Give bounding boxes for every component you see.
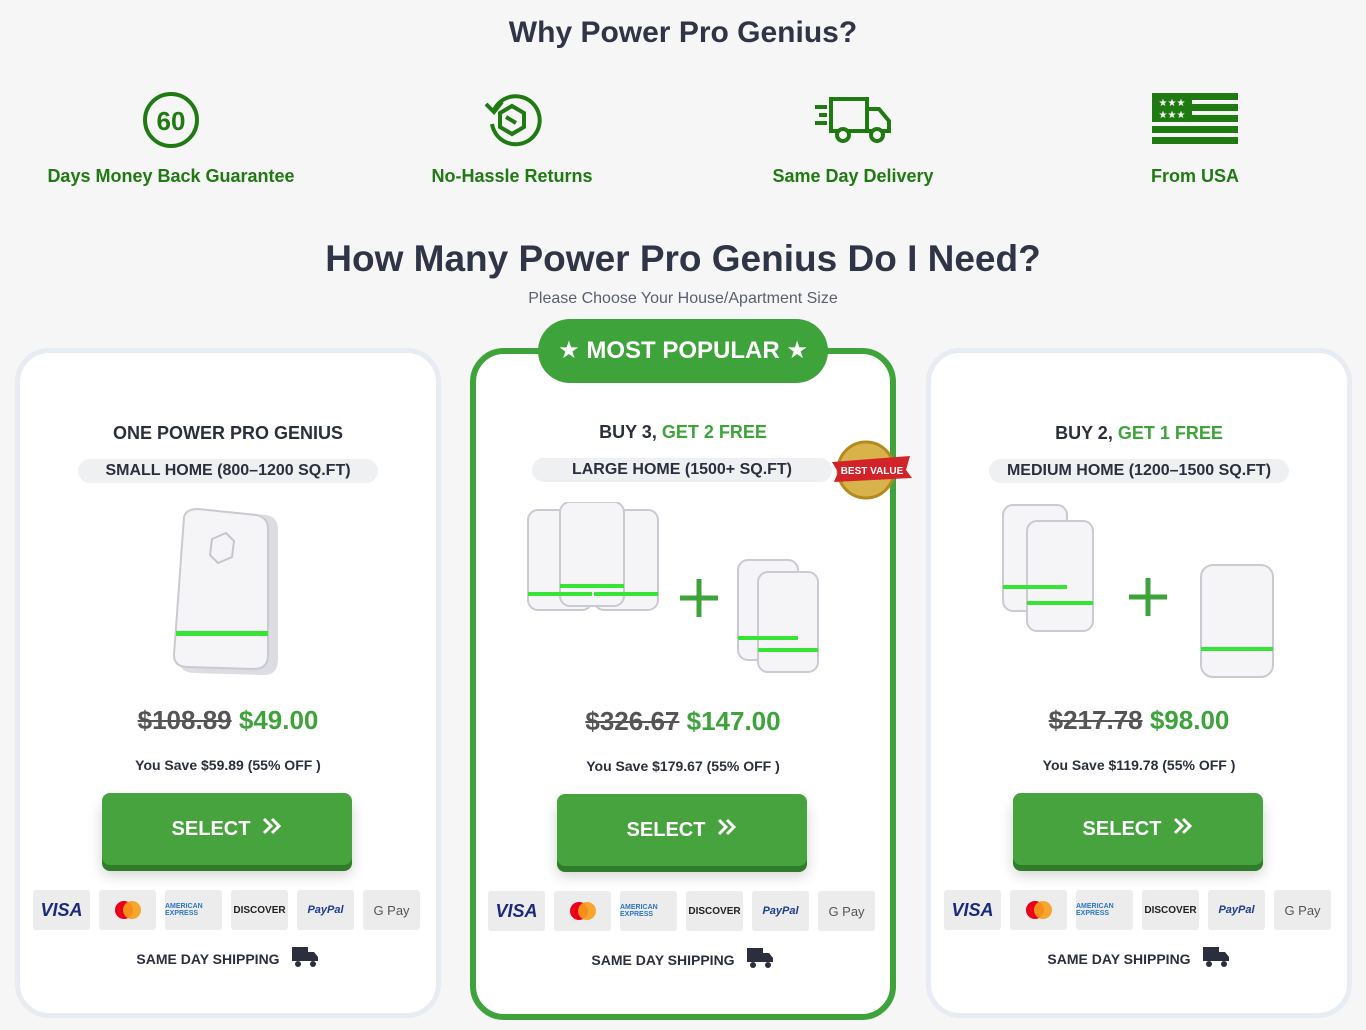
gpay-icon: G Pay — [1274, 890, 1331, 930]
home-size-pill: LARGE HOME (1500+ SQ.FT) — [532, 458, 832, 482]
double-chevron-icon — [262, 817, 282, 841]
how-many-title: How Many Power Pro Genius Do I Need? — [325, 238, 1041, 279]
select-label: SELECT — [626, 818, 706, 841]
double-chevron-icon — [1173, 817, 1193, 841]
features-row: 60 Days Money Back Guarantee No-Hassle R… — [0, 88, 1366, 198]
svg-text:★★★: ★★★ — [1159, 110, 1186, 121]
price-block: $217.78 $98.00 — [931, 705, 1347, 736]
returns-icon — [362, 88, 662, 152]
card-title: BUY 3, GET 2 FREE — [476, 422, 890, 443]
product-image — [931, 501, 1347, 681]
most-popular-badge: ★ MOST POPULAR ★ — [538, 319, 828, 383]
savings-text: You Save $179.67 (55% OFF ) — [586, 758, 780, 774]
same-day-shipping: SAME DAY SHIPPING — [931, 945, 1347, 972]
svg-text:BEST VALUE: BEST VALUE — [841, 466, 904, 477]
card-title-text: BUY 2, — [1055, 423, 1118, 443]
savings-text: You Save $59.89 (55% OFF ) — [135, 757, 321, 773]
new-price: $49.00 — [238, 705, 319, 735]
feature-returns: No-Hassle Returns — [362, 88, 662, 187]
sixty-days-icon: 60 — [21, 88, 321, 152]
package-card-one: ONE POWER PRO GENIUS SMALL HOME (800–120… — [15, 348, 441, 1018]
paypal-icon: PayPal — [1208, 890, 1265, 930]
amex-icon: AMERICAN EXPRESS — [165, 890, 222, 930]
delivery-truck-icon — [703, 88, 1003, 152]
payment-methods: VISA AMERICAN EXPRESS DISCOVER PayPal G … — [33, 890, 423, 930]
discover-icon: DISCOVER — [686, 891, 743, 931]
old-price: $108.89 — [137, 705, 232, 735]
visa-icon: VISA — [33, 890, 90, 930]
same-day-shipping: SAME DAY SHIPPING — [20, 945, 436, 972]
gpay-icon: G Pay — [363, 890, 420, 930]
how-many-subtitle: Please Choose Your House/Apartment Size — [528, 290, 838, 307]
price-block: $326.67 $147.00 — [476, 706, 890, 737]
select-label: SELECT — [1082, 817, 1162, 840]
card-title: BUY 2, GET 1 FREE — [931, 423, 1347, 444]
amex-icon: AMERICAN EXPRESS — [620, 891, 677, 931]
payment-methods: VISA AMERICAN EXPRESS DISCOVER PayPal G … — [488, 891, 878, 931]
same-day-shipping: SAME DAY SHIPPING — [476, 946, 890, 973]
product-image — [20, 501, 436, 681]
shipping-truck-icon — [745, 946, 775, 973]
product-image — [476, 501, 890, 682]
select-button[interactable]: SELECT — [557, 794, 807, 866]
mastercard-icon — [1010, 890, 1067, 930]
gpay-icon: G Pay — [818, 891, 875, 931]
paypal-icon: PayPal — [297, 890, 354, 930]
usa-flag-icon: ★★★ ★★★ — [1045, 88, 1345, 152]
home-size-pill: SMALL HOME (800–1200 SQ.FT) — [78, 459, 378, 483]
package-card-three: BUY 3, GET 2 FREE LARGE HOME (1500+ SQ.F… — [470, 348, 912, 1020]
feature-label: From USA — [1150, 166, 1239, 186]
best-value-seal: BEST VALUE — [832, 438, 912, 502]
card-title: ONE POWER PRO GENIUS — [20, 423, 436, 444]
shipping-label: SAME DAY SHIPPING — [1047, 950, 1191, 967]
shipping-label: SAME DAY SHIPPING — [136, 950, 280, 967]
old-price: $217.78 — [1048, 705, 1143, 735]
card-title-text: ONE POWER PRO GENIUS — [112, 423, 344, 443]
why-title: Why Power Pro Genius? — [508, 16, 858, 49]
shipping-truck-icon — [290, 945, 320, 972]
svg-text:★★★: ★★★ — [1159, 98, 1186, 109]
select-label: SELECT — [171, 817, 251, 840]
card-title-free: GET 1 FREE — [1117, 423, 1223, 443]
visa-icon: VISA — [944, 890, 1001, 930]
shipping-truck-icon — [1201, 945, 1231, 972]
new-price: $147.00 — [686, 706, 781, 736]
savings-text: You Save $119.78 (55% OFF ) — [1042, 757, 1236, 773]
paypal-icon: PayPal — [752, 891, 809, 931]
feature-usa: ★★★ ★★★ From USA — [1045, 88, 1345, 187]
visa-icon: VISA — [488, 891, 545, 931]
feature-money-back: 60 Days Money Back Guarantee — [21, 88, 321, 187]
home-size-pill: MEDIUM HOME (1200–1500 SQ.FT) — [989, 459, 1289, 483]
price-block: $108.89 $49.00 — [20, 705, 436, 736]
payment-methods: VISA AMERICAN EXPRESS DISCOVER PayPal G … — [944, 890, 1334, 930]
card-title-free: GET 2 FREE — [661, 422, 767, 442]
svg-text:60: 60 — [157, 106, 186, 136]
mastercard-icon — [99, 890, 156, 930]
amex-icon: AMERICAN EXPRESS — [1076, 890, 1133, 930]
double-chevron-icon — [717, 818, 737, 842]
card-title-text: BUY 3, — [599, 422, 662, 442]
feature-delivery: Same Day Delivery — [703, 88, 1003, 187]
feature-label: Same Day Delivery — [772, 166, 934, 186]
select-button[interactable]: SELECT — [102, 793, 352, 865]
discover-icon: DISCOVER — [231, 890, 288, 930]
shipping-label: SAME DAY SHIPPING — [591, 951, 735, 968]
new-price: $98.00 — [1149, 705, 1230, 735]
select-button[interactable]: SELECT — [1013, 793, 1263, 865]
package-card-two: BUY 2, GET 1 FREE MEDIUM HOME (1200–1500… — [926, 348, 1352, 1018]
discover-icon: DISCOVER — [1142, 890, 1199, 930]
feature-label: Days Money Back Guarantee — [47, 166, 295, 186]
old-price: $326.67 — [585, 706, 680, 736]
feature-label: No-Hassle Returns — [431, 166, 593, 186]
mastercard-icon — [554, 891, 611, 931]
